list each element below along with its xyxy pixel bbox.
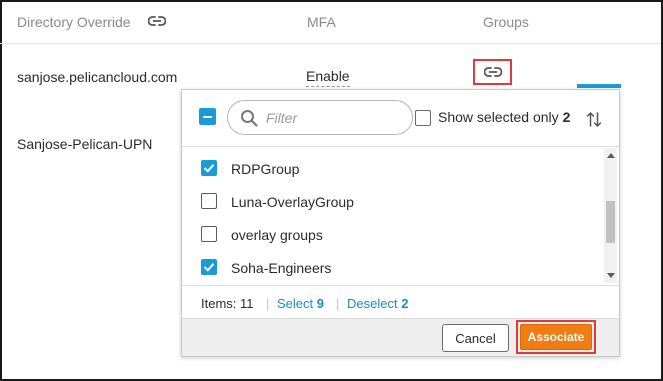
deselect-count: 2 bbox=[401, 296, 409, 311]
group-select-popup: Show selected only2 RDPGroup Luna-Overla… bbox=[181, 89, 620, 357]
list-item-label: Luna-OverlayGroup bbox=[231, 194, 354, 210]
list-item-label: overlay groups bbox=[231, 227, 323, 243]
popup-footer: Items: 11 | Select 9 | Deselect 2 bbox=[182, 285, 619, 318]
cancel-button[interactable]: Cancel bbox=[442, 324, 509, 352]
deselect-label: Deselect bbox=[347, 296, 398, 311]
filter-field[interactable] bbox=[227, 100, 413, 135]
select-count: 9 bbox=[316, 296, 324, 311]
row-action-indicator bbox=[577, 84, 621, 88]
list-item[interactable]: overlay groups bbox=[182, 218, 602, 251]
checkbox-unchecked[interactable] bbox=[201, 193, 217, 209]
list-item[interactable]: RDPGroup bbox=[182, 152, 602, 185]
header-groups: Groups bbox=[483, 14, 529, 30]
associate-highlight: Associate bbox=[516, 320, 596, 354]
search-icon bbox=[241, 110, 258, 127]
link-icon bbox=[483, 67, 502, 77]
footer-divider: | bbox=[266, 296, 270, 311]
scroll-up-arrow-icon[interactable] bbox=[607, 153, 615, 158]
row-domain: Sanjose-Pelican-UPN bbox=[17, 136, 153, 152]
associate-button[interactable]: Associate bbox=[520, 324, 592, 350]
list-item-label: RDPGroup bbox=[231, 161, 300, 177]
header-mfa: MFA bbox=[307, 14, 336, 30]
deselect-all-link[interactable]: Deselect 2 bbox=[347, 296, 408, 311]
checkbox-checked[interactable] bbox=[201, 259, 217, 275]
mfa-enable-link[interactable]: Enable bbox=[306, 68, 350, 87]
list-item-label: Soha-Engineers bbox=[231, 260, 332, 276]
show-selected-only-checkbox[interactable] bbox=[415, 110, 431, 126]
header-directory-override: Directory Override bbox=[17, 14, 131, 30]
checkbox-unchecked[interactable] bbox=[201, 226, 217, 242]
list-item[interactable]: Soha-Engineers bbox=[182, 251, 602, 284]
select-all-link[interactable]: Select 9 bbox=[277, 296, 324, 311]
group-list: RDPGroup Luna-OverlayGroup overlay group… bbox=[182, 148, 619, 285]
scroll-thumb[interactable] bbox=[606, 201, 615, 243]
items-number: 11 bbox=[240, 296, 254, 311]
sort-arrows-icon[interactable] bbox=[586, 111, 602, 128]
select-all-checkbox[interactable] bbox=[199, 108, 216, 125]
table-header: Directory Override MFA Groups bbox=[0, 0, 661, 44]
items-label: Items: bbox=[201, 296, 237, 311]
groups-link-button[interactable] bbox=[473, 59, 512, 85]
filter-input[interactable] bbox=[266, 108, 406, 128]
popup-actions: Cancel Associate bbox=[182, 318, 619, 356]
items-count: Items: 11 bbox=[201, 296, 254, 311]
footer-divider: | bbox=[336, 296, 340, 311]
show-selected-only-text: Show selected only bbox=[438, 109, 559, 125]
row-domain: sanjose.pelicancloud.com bbox=[17, 69, 178, 85]
list-item[interactable]: Luna-OverlayGroup bbox=[182, 185, 602, 218]
list-scrollbar[interactable] bbox=[604, 148, 617, 283]
checkbox-checked[interactable] bbox=[201, 160, 217, 176]
popup-toolbar: Show selected only2 bbox=[182, 90, 619, 147]
select-label: Select bbox=[277, 296, 314, 311]
selected-count: 2 bbox=[562, 109, 571, 125]
show-selected-only-label[interactable]: Show selected only 2 bbox=[438, 109, 570, 125]
scroll-down-arrow-icon[interactable] bbox=[607, 273, 615, 278]
link-icon[interactable] bbox=[148, 14, 166, 28]
